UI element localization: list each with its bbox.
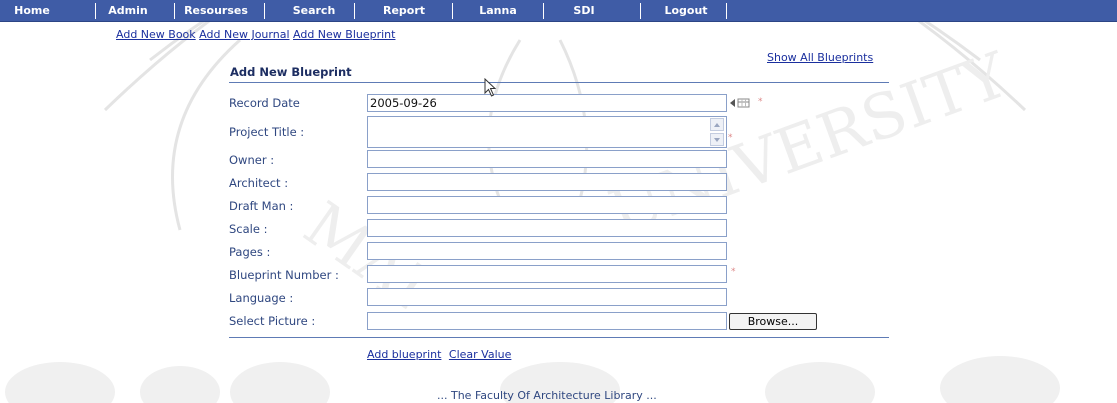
form-actions: Add blueprint Clear Value xyxy=(367,348,511,361)
scroll-up-arrow-icon[interactable] xyxy=(710,118,724,131)
nav-separator xyxy=(264,3,265,19)
nav-separator xyxy=(543,3,544,19)
draft-man-label: Draft Man : xyxy=(229,199,294,213)
required-marker: * xyxy=(728,133,733,143)
add-new-book-link[interactable]: Add New Book xyxy=(116,28,196,41)
scale-label: Scale : xyxy=(229,222,268,236)
add-blueprint-link[interactable]: Add blueprint xyxy=(367,348,441,361)
language-input[interactable] xyxy=(367,288,727,306)
blueprint-number-label: Blueprint Number : xyxy=(229,268,339,282)
nav-admin[interactable]: Admin xyxy=(102,0,154,22)
nav-logout[interactable]: Logout xyxy=(656,0,716,22)
draft-man-input[interactable] xyxy=(367,196,727,214)
form-title: Add New Blueprint xyxy=(230,65,352,79)
architect-label: Architect : xyxy=(229,176,289,190)
nav-report[interactable]: Report xyxy=(370,0,438,22)
select-picture-label: Select Picture : xyxy=(229,314,316,328)
nav-separator xyxy=(640,3,641,19)
scroll-down-arrow-icon[interactable] xyxy=(710,133,724,146)
select-picture-file-input[interactable] xyxy=(367,312,727,330)
project-title-textarea[interactable] xyxy=(367,116,727,148)
show-all-blueprints-link[interactable]: Show All Blueprints xyxy=(767,51,873,64)
required-marker: * xyxy=(731,267,736,277)
nav-search[interactable]: Search xyxy=(284,0,344,22)
nav-separator xyxy=(452,3,453,19)
mouse-pointer-icon xyxy=(484,78,497,97)
top-navigation-bar: Home Admin Resourses Search Report Lanna… xyxy=(0,0,1117,22)
footer-text: ... The Faculty Of Architecture Library … xyxy=(437,389,657,402)
pages-label: Pages : xyxy=(229,245,271,259)
form-top-divider xyxy=(229,82,889,83)
owner-input[interactable] xyxy=(367,150,727,168)
nav-separator xyxy=(174,3,175,19)
nav-separator xyxy=(95,3,96,19)
nav-sdi[interactable]: SDI xyxy=(558,0,610,22)
nav-home[interactable]: Home xyxy=(8,0,56,22)
owner-label: Owner : xyxy=(229,153,275,167)
nav-separator xyxy=(354,3,355,19)
calendar-icon[interactable] xyxy=(729,97,753,109)
record-date-label: Record Date xyxy=(229,96,300,110)
nav-lanna[interactable]: Lanna xyxy=(470,0,526,22)
sub-navigation-links: Add New Book Add New Journal Add New Blu… xyxy=(116,28,395,41)
record-date-input[interactable] xyxy=(367,94,727,112)
architect-input[interactable] xyxy=(367,173,727,191)
add-new-journal-link[interactable]: Add New Journal xyxy=(199,28,289,41)
required-marker: * xyxy=(758,97,763,107)
nav-separator xyxy=(726,3,727,19)
form-bottom-divider xyxy=(229,337,889,338)
clear-value-link[interactable]: Clear Value xyxy=(449,348,511,361)
nav-resources[interactable]: Resourses xyxy=(178,0,254,22)
browse-button[interactable]: Browse... xyxy=(729,313,817,330)
blueprint-number-input[interactable] xyxy=(367,265,727,283)
add-new-blueprint-link[interactable]: Add New Blueprint xyxy=(293,28,395,41)
pages-input[interactable] xyxy=(367,242,727,260)
language-label: Language : xyxy=(229,291,294,305)
scale-input[interactable] xyxy=(367,219,727,237)
project-title-label: Project Title : xyxy=(229,125,305,139)
